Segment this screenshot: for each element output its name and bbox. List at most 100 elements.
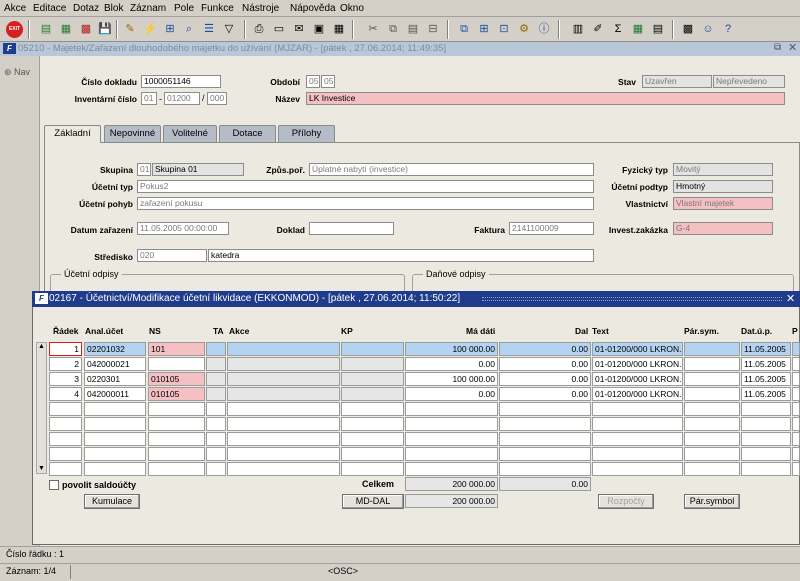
grid-empty-cell[interactable]	[499, 402, 591, 416]
grid-empty-cell[interactable]	[227, 402, 340, 416]
grid-cell-dat[interactable]: 11.05.2005	[741, 357, 791, 371]
tab-nepovinne[interactable]: Nepovinné	[104, 125, 161, 142]
grid-cell-kp[interactable]	[341, 357, 404, 371]
grid-cell-dat[interactable]: 11.05.2005	[741, 372, 791, 386]
cut-icon[interactable]: ✂	[365, 21, 381, 37]
grid-empty-cell[interactable]	[49, 417, 82, 431]
tab-prilohy[interactable]: Přílohy	[278, 125, 335, 142]
grid-cell-ex[interactable]	[792, 357, 800, 371]
invest-zakazka-field[interactable]: G-4	[673, 222, 773, 235]
grid-cell-ta[interactable]	[206, 372, 226, 386]
menu-pole[interactable]: Pole	[174, 3, 194, 14]
grid-empty-cell[interactable]	[206, 402, 226, 416]
grid-empty-cell[interactable]	[227, 417, 340, 431]
grid-cell-ta[interactable]	[206, 357, 226, 371]
tab-volitelne[interactable]: Volitelné	[163, 125, 217, 142]
grid-empty-cell[interactable]	[206, 447, 226, 461]
grid-empty-cell[interactable]	[148, 447, 205, 461]
fyzicky-typ-field[interactable]: Movitý	[673, 163, 773, 176]
inv-3-field[interactable]: 000	[207, 92, 227, 105]
tab-dotace[interactable]: Dotace	[219, 125, 276, 142]
menu-akce[interactable]: Akce	[4, 3, 26, 14]
grid-empty-cell[interactable]	[792, 447, 800, 461]
spreadsheet-icon[interactable]: ▤	[650, 21, 666, 37]
grid-cell-ta[interactable]	[206, 387, 226, 401]
grid-cell-ns[interactable]	[148, 357, 205, 371]
grid-cell-dal[interactable]: 0.00	[499, 387, 591, 401]
grid-empty-cell[interactable]	[792, 462, 800, 476]
grid-empty-cell[interactable]	[84, 447, 146, 461]
grid-empty-cell[interactable]	[592, 462, 683, 476]
edit-icon[interactable]: ✐	[590, 21, 606, 37]
doklad-field[interactable]	[309, 222, 394, 235]
exit-button[interactable]: EXIT	[6, 21, 23, 38]
grid-empty-cell[interactable]	[341, 462, 404, 476]
grid-empty-cell[interactable]	[84, 432, 146, 446]
grid-cell-ma-dati[interactable]: 100 000.00	[405, 342, 498, 356]
grid-cell-dal[interactable]: 0.00	[499, 342, 591, 356]
inv-2-field[interactable]: 01200	[164, 92, 200, 105]
grid-cell-radek[interactable]: 4	[49, 387, 82, 401]
print-icon[interactable]: ⎙	[251, 21, 267, 37]
grid-empty-cell[interactable]	[792, 417, 800, 431]
menu-zaznam[interactable]: Záznam	[130, 3, 166, 14]
grid-cell-akce[interactable]	[227, 372, 340, 386]
grid-empty-cell[interactable]	[148, 462, 205, 476]
chart-icon[interactable]: ▥	[570, 21, 586, 37]
nav-icon[interactable]: ⊛	[4, 67, 12, 78]
ucetni-pohyb-field[interactable]: zařazení pokusu	[137, 197, 594, 210]
grid-scrollbar[interactable]: ▲ ▼	[36, 342, 47, 474]
execute-query-icon[interactable]: ⚡	[142, 21, 158, 37]
insert-record-icon[interactable]: ▤	[38, 21, 54, 37]
zpus-por-field[interactable]: Úplatné nabytí (investice)	[309, 163, 594, 176]
grid-empty-cell[interactable]	[684, 417, 740, 431]
help-icon[interactable]: ?	[720, 21, 736, 37]
grid-cell-ex[interactable]	[792, 372, 800, 386]
grid-empty-cell[interactable]	[684, 462, 740, 476]
grid-empty-cell[interactable]	[405, 462, 498, 476]
grid-empty-cell[interactable]	[405, 402, 498, 416]
grid-cell-ns[interactable]: 010105	[148, 387, 205, 401]
grid-empty-cell[interactable]	[792, 402, 800, 416]
obdobi-2-field[interactable]: 05	[321, 75, 335, 88]
par-symbol-button[interactable]: Pár.symbol	[684, 494, 740, 509]
grid-empty-cell[interactable]	[499, 417, 591, 431]
menu-editace[interactable]: Editace	[33, 3, 66, 14]
grid-empty-cell[interactable]	[741, 447, 791, 461]
menu-blok[interactable]: Blok	[104, 3, 123, 14]
grid-empty-cell[interactable]	[592, 402, 683, 416]
grid-cell-par[interactable]	[684, 387, 740, 401]
find-icon[interactable]: ⌕	[181, 21, 197, 37]
grid-empty-cell[interactable]	[227, 432, 340, 446]
close-icon[interactable]: ✕	[788, 41, 797, 54]
md-dal-button[interactable]: MD-DAL	[342, 494, 404, 509]
grid-empty-cell[interactable]	[49, 462, 82, 476]
grid-empty-cell[interactable]	[592, 447, 683, 461]
grid-cell-ucet[interactable]: 042000021	[84, 357, 146, 371]
grid-cell-ucet[interactable]: 042000011	[84, 387, 146, 401]
grid-cell-ex[interactable]	[792, 387, 800, 401]
grid-cell-ma-dati[interactable]: 0.00	[405, 357, 498, 371]
grid-cell-akce[interactable]	[227, 357, 340, 371]
grid-empty-cell[interactable]	[206, 462, 226, 476]
grid-empty-cell[interactable]	[405, 417, 498, 431]
grid-empty-cell[interactable]	[684, 432, 740, 446]
menu-funkce[interactable]: Funkce	[201, 3, 234, 14]
list-icon[interactable]: ☰	[201, 21, 217, 37]
grid-cell-dal[interactable]: 0.00	[499, 357, 591, 371]
ucetni-podtyp-field[interactable]: Hmotný	[673, 180, 773, 193]
copy-icon[interactable]: ⧉	[385, 21, 401, 37]
tab-zakladni[interactable]: Základní	[44, 125, 101, 143]
obdobi-1-field[interactable]: 05	[306, 75, 320, 88]
stav-2-field[interactable]: Nepřevedeno	[713, 75, 785, 88]
grid-cell-akce[interactable]	[227, 387, 340, 401]
grid-empty-cell[interactable]	[84, 462, 146, 476]
grid-empty-cell[interactable]	[499, 432, 591, 446]
menu-dotaz[interactable]: Dotaz	[73, 3, 99, 14]
delete-record-icon[interactable]: ▩	[78, 21, 94, 37]
settings-icon[interactable]: ⚙	[516, 21, 532, 37]
grid-cell-text[interactable]: 01-01200/000 LKRON.C	[592, 342, 683, 356]
scroll-up-icon[interactable]: ▲	[38, 343, 45, 350]
grid-empty-cell[interactable]	[741, 432, 791, 446]
grid-cell-ns[interactable]: 101	[148, 342, 205, 356]
